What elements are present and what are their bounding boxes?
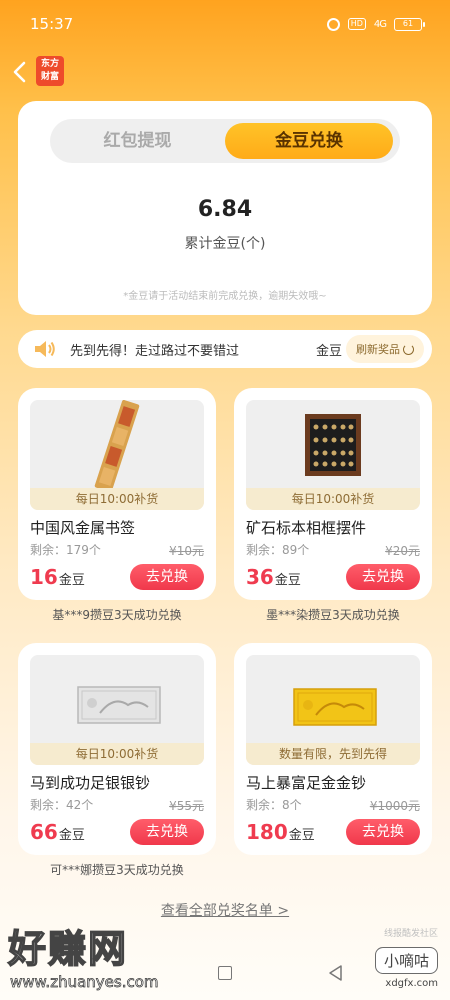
redeem-button[interactable]: 去兑换 (346, 819, 420, 845)
status-bar: 15:37 HD 4G 61 (0, 0, 450, 48)
bookmark-image (94, 400, 140, 493)
prize-card[interactable]: 每日10:00补货 马到成功足银银钞 剩余：42个 ¥55元 66 金豆 去兑换 (18, 643, 216, 855)
alarm-icon (326, 17, 340, 31)
home-icon[interactable] (218, 966, 232, 980)
status-icons: HD 4G 61 (326, 17, 425, 31)
battery-icon: 61 (394, 17, 425, 31)
tab-gold-bean-exchange[interactable]: 金豆兑换 (225, 123, 393, 159)
prize-card[interactable]: 每日10:00补货 中国风金属书签 剩余：179个 ¥10元 16 金豆 去兑换 (18, 388, 216, 600)
redeem-note: 可***娜攒豆3天成功兑换 (50, 863, 184, 877)
prize-price-value: 36 (246, 565, 274, 589)
gold-bean-total-label: 累计金豆(个) (184, 236, 266, 252)
prize-original-price: ¥10元 (169, 544, 204, 558)
prize-original-price: ¥1000元 (369, 799, 420, 813)
prize-image: 数量有限，先到先得 (246, 655, 420, 765)
mineral-frame-image (305, 414, 361, 476)
prize-price-value: 180 (246, 820, 288, 844)
prize-original-price: ¥55元 (169, 799, 204, 813)
redeem-note: 基***9攒豆3天成功兑换 (52, 608, 182, 622)
refresh-prizes-button[interactable]: 刷新奖品 (346, 335, 424, 363)
tab-red-packet-withdraw[interactable]: 红包提现 (50, 119, 225, 163)
prize-stock: 剩余：8个 (246, 798, 302, 812)
prize-image: 每日10:00补货 (246, 400, 420, 510)
redeem-button[interactable]: 去兑换 (130, 564, 204, 590)
prize-original-price: ¥20元 (385, 544, 420, 558)
prize-card[interactable]: 数量有限，先到先得 马上暴富足金金钞 剩余：8个 ¥1000元 180 金豆 去… (234, 643, 432, 855)
prize-name: 矿石标本相框摆件 (246, 519, 367, 537)
chevron-left-icon (13, 61, 26, 83)
notice-text: 先到先得！走过路过不要错过 (70, 344, 240, 359)
hd-icon: HD (347, 18, 366, 30)
prize-price: 180 金豆 (246, 820, 315, 844)
prize-price: 16 金豆 (30, 565, 85, 589)
gold-note-image (293, 688, 377, 726)
prize-price-value: 66 (30, 820, 58, 844)
prize-image: 每日10:00补货 (30, 655, 204, 765)
redeem-button[interactable]: 去兑换 (130, 819, 204, 845)
prize-image: 每日10:00补货 (30, 400, 204, 510)
system-nav-bar (0, 958, 450, 1000)
prize-price-unit: 金豆 (274, 573, 301, 588)
exchange-tabs: 红包提现 金豆兑换 (50, 119, 400, 163)
back-button[interactable] (6, 58, 32, 86)
view-all-winners-link[interactable]: 查看全部兑奖名单 > (0, 900, 450, 920)
prize-name: 中国风金属书签 (30, 519, 136, 537)
exchange-card: 红包提现 金豆兑换 6.84 累计金豆(个) *金豆请于活动结束前完成兑换，逾期… (18, 101, 432, 315)
prize-name: 马上暴富足金金钞 (246, 774, 367, 792)
speaker-icon (35, 341, 55, 357)
prize-stock: 剩余：89个 (246, 543, 310, 557)
logo-line-1: 东方 (40, 59, 59, 69)
refresh-icon (403, 343, 414, 355)
notice-scroll-text: 金豆 (316, 344, 342, 359)
status-time: 15:37 (30, 15, 74, 33)
expiry-tip: *金豆请于活动结束前完成兑换，逾期失效哦~ (123, 291, 327, 302)
restock-label: 数量有限，先到先得 (246, 743, 420, 765)
prize-price: 36 金豆 (246, 565, 301, 589)
prize-price: 66 金豆 (30, 820, 85, 844)
redeem-button[interactable]: 去兑换 (346, 564, 420, 590)
top-bar: 东方 财富 (0, 52, 450, 92)
prize-stock: 剩余：179个 (30, 543, 101, 557)
refresh-label: 刷新奖品 (356, 343, 400, 356)
prize-name: 马到成功足银银钞 (30, 774, 151, 792)
restock-label: 每日10:00补货 (30, 488, 204, 510)
prize-price-value: 16 (30, 565, 58, 589)
restock-label: 每日10:00补货 (246, 488, 420, 510)
redeem-note: 墨***染攒豆3天成功兑换 (266, 608, 400, 622)
signal-icon: 4G (373, 18, 387, 30)
prize-price-unit: 金豆 (58, 828, 85, 843)
logo-line-2: 财富 (40, 72, 59, 82)
app-logo: 东方 财富 (36, 56, 64, 86)
silver-note-image (77, 686, 161, 724)
back-triangle-icon[interactable] (327, 964, 343, 982)
prize-stock: 剩余：42个 (30, 798, 94, 812)
prize-card[interactable]: 每日10:00补货 矿石标本相框摆件 剩余：89个 ¥20元 36 金豆 去兑换 (234, 388, 432, 600)
notice-bar: 先到先得！走过路过不要错过 金豆 刷新奖品 (18, 330, 432, 368)
prize-price-unit: 金豆 (288, 828, 315, 843)
watermark-small-text: 线报酷发社区 (383, 929, 438, 939)
prize-price-unit: 金豆 (58, 573, 85, 588)
restock-label: 每日10:00补货 (30, 743, 204, 765)
gold-bean-total: 6.84 (197, 197, 253, 222)
